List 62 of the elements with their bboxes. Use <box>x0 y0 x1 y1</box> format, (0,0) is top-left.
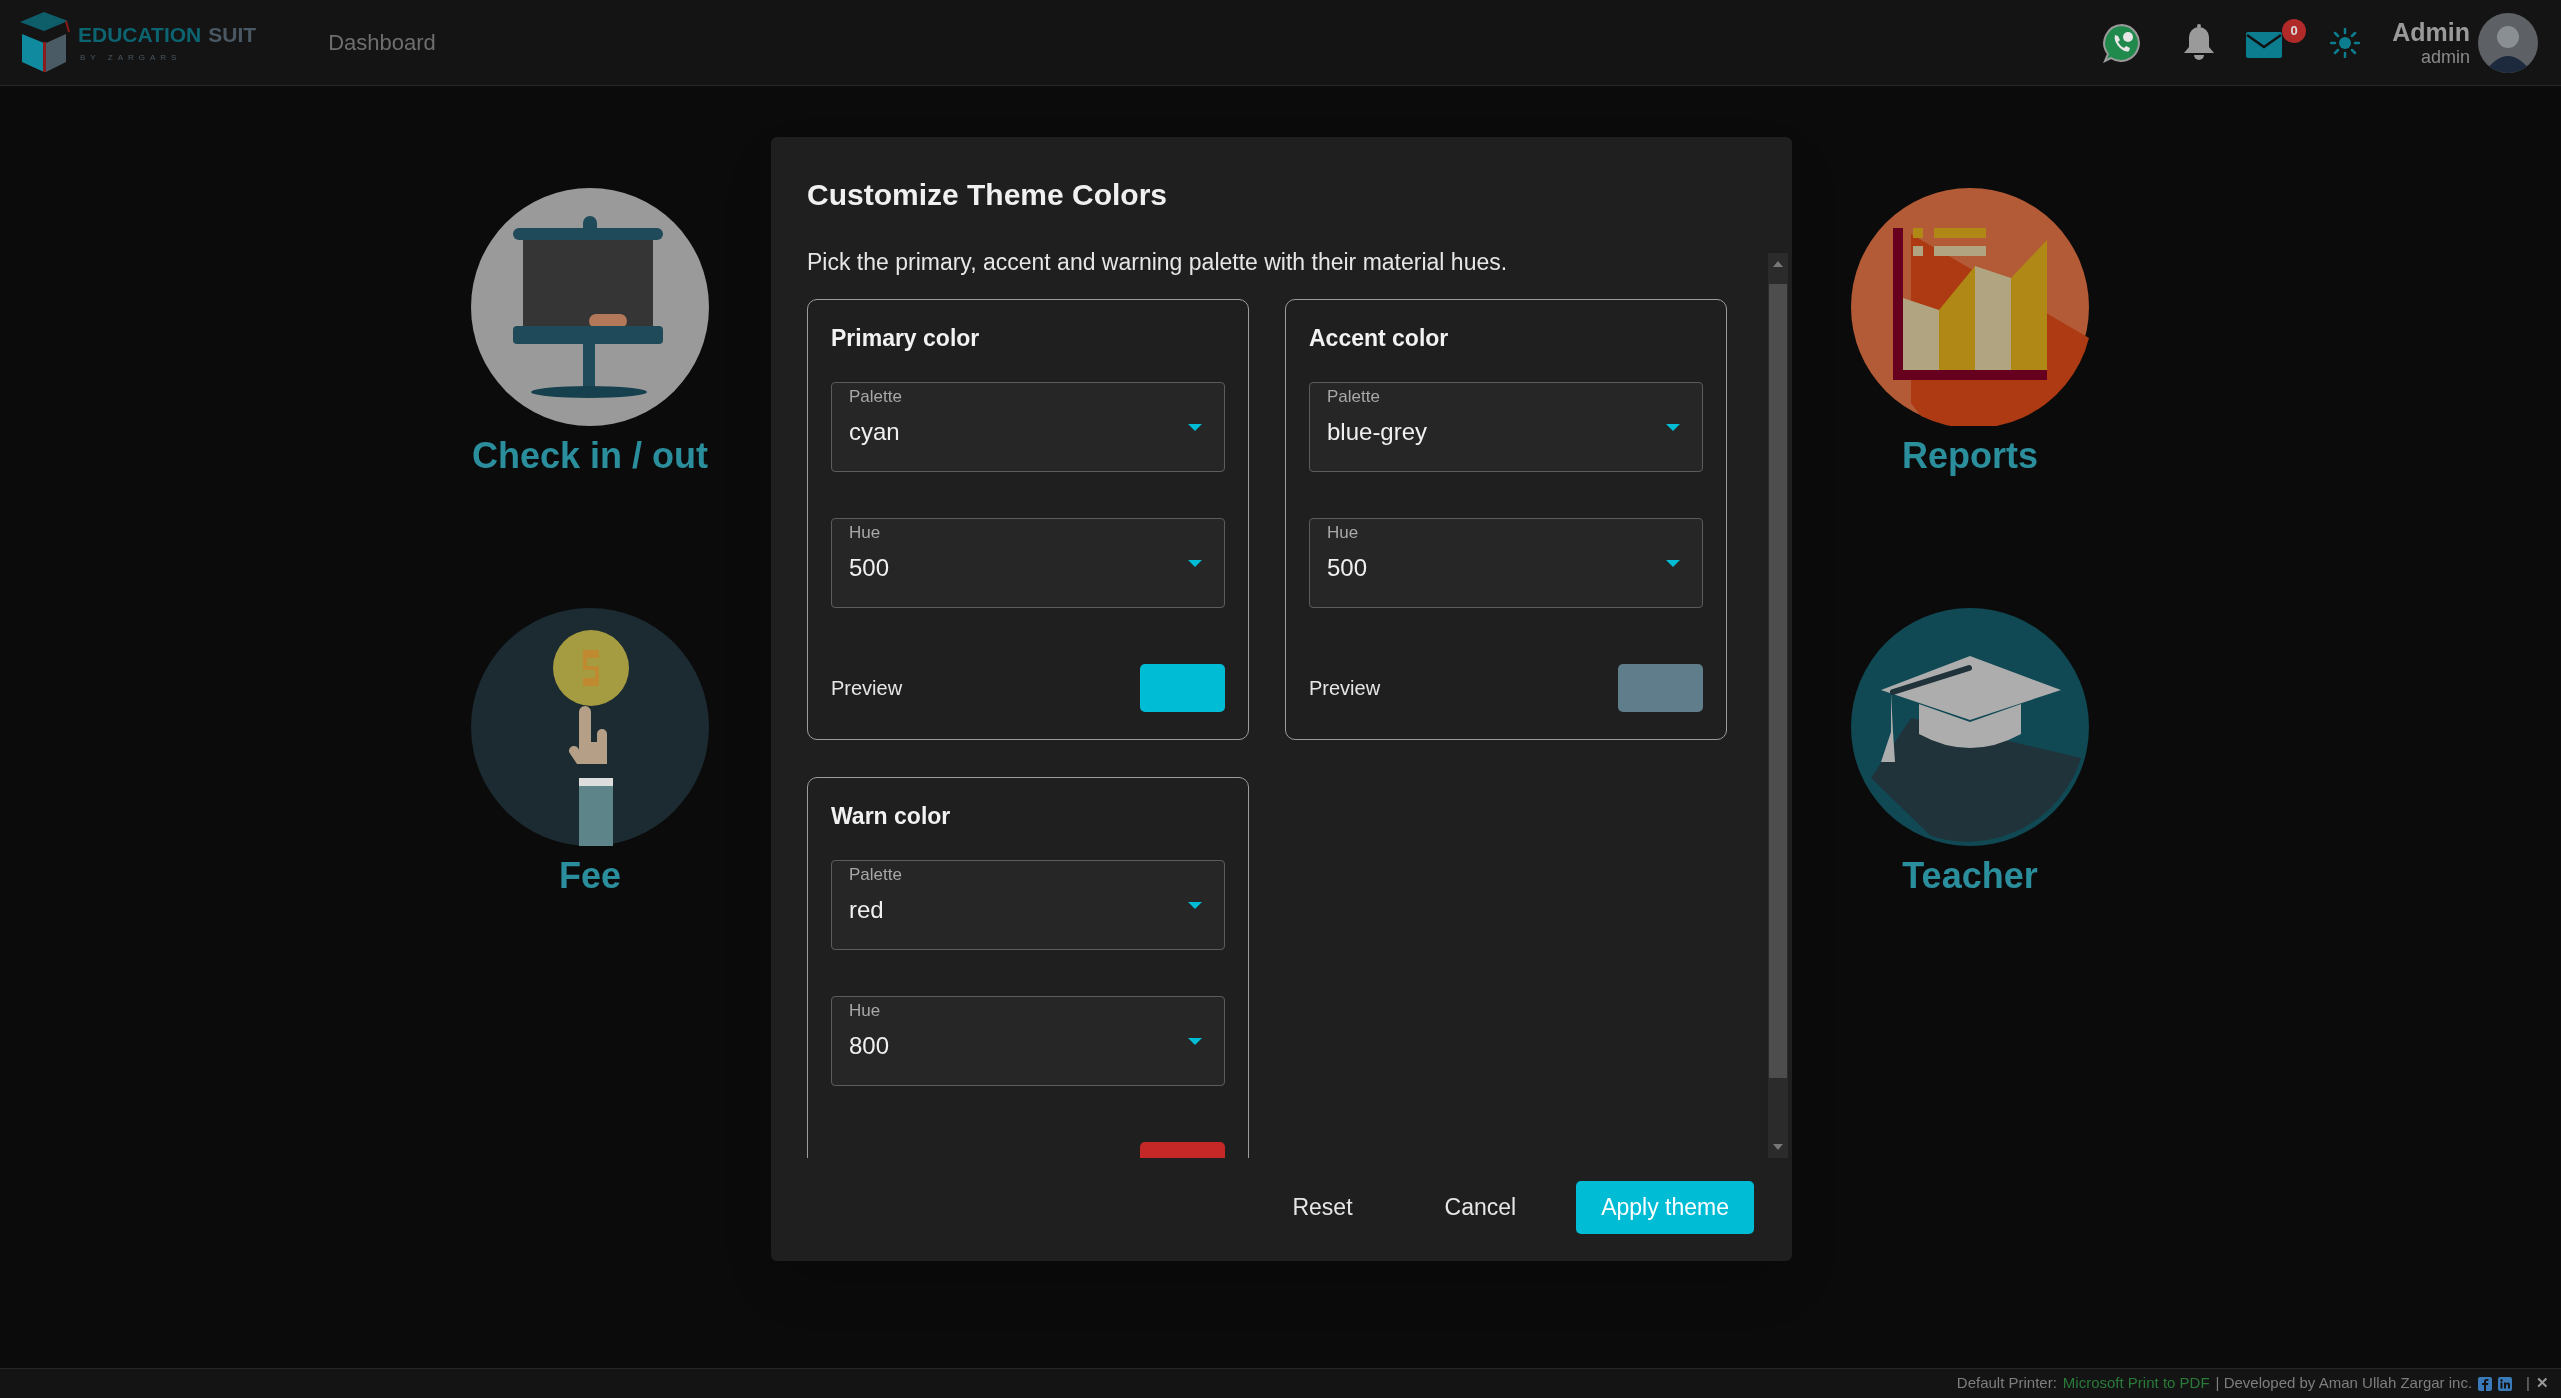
caret-icon <box>1188 423 1202 431</box>
caret-icon <box>1188 901 1202 909</box>
brand-tagline: BY ZARGARS <box>80 51 183 64</box>
brand-name: EDUCATION <box>78 22 202 46</box>
select-field[interactable]: Palette blue-grey <box>1309 382 1703 472</box>
field-label: Palette <box>849 386 902 408</box>
select-field[interactable]: Palette red <box>831 860 1225 950</box>
whatsapp-icon[interactable] <box>2102 22 2143 63</box>
user-role: admin <box>2420 47 2470 66</box>
field-value: red <box>849 895 885 925</box>
caret-icon <box>1188 1037 1202 1045</box>
preview-label: Preview <box>1309 676 1381 701</box>
sun-icon[interactable] <box>2330 27 2361 58</box>
field-label: Palette <box>1327 386 1380 408</box>
brand-name: SUIT <box>208 22 257 46</box>
field-value: 800 <box>849 1031 891 1061</box>
caret-icon <box>1666 423 1680 431</box>
nav-link[interactable]: Dashboard <box>328 26 436 59</box>
card-title: Warn color <box>831 802 952 831</box>
user-name: Admin <box>2392 19 2470 45</box>
separator-text: | <box>2526 1373 2530 1394</box>
coin-hand-icon[interactable] <box>471 608 709 846</box>
field-value: 500 <box>849 553 891 583</box>
bell-icon[interactable] <box>2182 23 2217 62</box>
tile-label[interactable]: Check in / out <box>472 434 708 478</box>
printer-label: Default Printer: <box>1956 1373 2057 1394</box>
card-title: Accent color <box>1309 324 1450 353</box>
scroll-down-icon[interactable] <box>1773 1144 1783 1150</box>
credit-text: | Developed by Aman Ullah Zargar inc. <box>2215 1373 2473 1394</box>
select-field[interactable]: Hue 500 <box>831 518 1225 608</box>
field-label: Hue <box>849 522 881 544</box>
select-field[interactable]: Hue 800 <box>831 996 1225 1086</box>
field-value: cyan <box>849 417 901 447</box>
presentation-board-icon[interactable] <box>471 188 709 426</box>
field-label: Hue <box>849 1000 881 1022</box>
select-field[interactable]: Hue 500 <box>1309 518 1703 608</box>
dialog-subtitle: Pick the primary, accent and warning palette with their material hues. <box>807 248 1509 277</box>
mail-icon[interactable] <box>2246 31 2283 58</box>
field-value: blue-grey <box>1327 417 1429 447</box>
scrollbar[interactable] <box>1768 253 1788 1158</box>
close-button[interactable]: ✕ <box>2536 1372 2549 1395</box>
linkedin-icon[interactable] <box>2498 1376 2513 1391</box>
tile-label[interactable]: Teacher <box>1902 854 2038 898</box>
graduation-cap-icon[interactable] <box>1851 608 2089 846</box>
field-value: 500 <box>1327 553 1369 583</box>
field-label: Hue <box>1327 522 1359 544</box>
notification-badge: 0 <box>2282 18 2307 43</box>
select-field[interactable]: Palette cyan <box>831 382 1225 472</box>
scroll-up-icon[interactable] <box>1773 261 1783 267</box>
field-label: Palette <box>849 864 902 886</box>
facebook-icon[interactable] <box>2478 1376 2493 1391</box>
tile-label[interactable]: Reports <box>1902 434 2038 478</box>
text-button[interactable]: Reset <box>1272 1181 1373 1234</box>
caret-icon <box>1666 559 1680 567</box>
area-chart-icon[interactable] <box>1851 188 2089 426</box>
preview-label: Preview <box>831 676 903 701</box>
caret-icon <box>1188 559 1202 567</box>
logo-icon <box>20 11 72 74</box>
dialog-title: Customize Theme Colors <box>807 177 1169 213</box>
text-button[interactable]: Cancel <box>1424 1181 1537 1234</box>
tile-label[interactable]: Fee <box>558 854 621 898</box>
card-title: Primary color <box>831 324 981 353</box>
